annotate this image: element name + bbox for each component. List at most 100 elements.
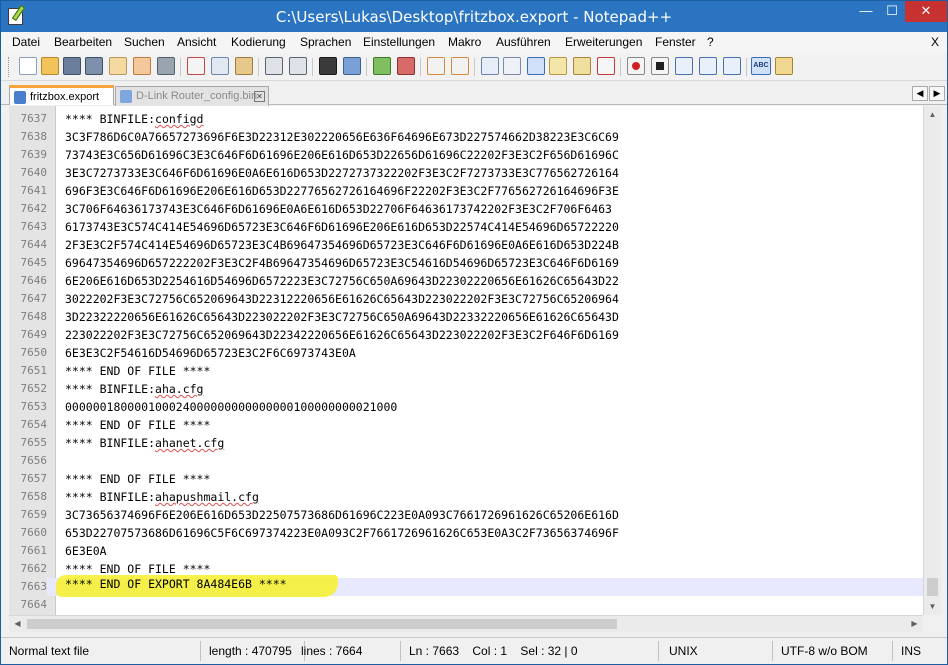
highlighted-line-text: **** END OF EXPORT 8A484E6B ****: [65, 577, 287, 591]
editor-line[interactable]: 7655 **** BINFILE:ahanet.cfg: [9, 434, 923, 452]
scroll-down-arrow-icon[interactable]: ▼: [924, 598, 941, 615]
editor-line[interactable]: 7645 69647354696D657222202F3E3C2F4B696473…: [9, 254, 923, 272]
replace-icon[interactable]: [343, 57, 361, 75]
zoom-out-icon[interactable]: [397, 57, 415, 75]
menu-einstellungen[interactable]: Einstellungen: [363, 35, 435, 49]
editor-line[interactable]: 7652 **** BINFILE:aha.cfg: [9, 380, 923, 398]
stop-macro-icon[interactable]: [651, 57, 669, 75]
find-icon[interactable]: [319, 57, 337, 75]
editor-line[interactable]: 7637 **** BINFILE:configd: [9, 110, 923, 128]
scroll-left-arrow-icon[interactable]: ◀: [9, 616, 26, 632]
all-chars-icon[interactable]: [503, 57, 521, 75]
menu-sprachen[interactable]: Sprachen: [300, 35, 351, 49]
title-bar[interactable]: C:\Users\Lukas\Desktop\fritzbox.export -…: [1, 1, 947, 32]
user-lang-icon[interactable]: [549, 57, 567, 75]
menu-erweiterungen[interactable]: Erweiterungen: [565, 35, 642, 49]
editor-line[interactable]: 7658 **** BINFILE:ahapushmail.cfg: [9, 488, 923, 506]
editor-line[interactable]: 7657 **** END OF FILE ****: [9, 470, 923, 488]
status-insert-mode[interactable]: INS: [895, 641, 945, 661]
editor-line[interactable]: 7638 3C3F786D6C0A76657273696F6E3D22312E30…: [9, 128, 923, 146]
tab-scroll-right-button[interactable]: ▶: [929, 86, 945, 101]
toolbar-grip[interactable]: [8, 57, 11, 77]
editor-line[interactable]: 7640 3E3C7273733E3C646F6D61696E0A6E616D65…: [9, 164, 923, 182]
cut-icon[interactable]: [187, 57, 205, 75]
open-file-icon[interactable]: [41, 57, 59, 75]
line-number: 7640: [20, 166, 48, 179]
spell-check-options-icon[interactable]: [775, 57, 793, 75]
editor-line[interactable]: 7639 73743E3C656D61696C3E3C646F6D61696E20…: [9, 146, 923, 164]
line-text: 3022202F3E3C72756C652069643D22312220656E…: [65, 292, 619, 306]
zoom-in-icon[interactable]: [373, 57, 391, 75]
save-all-icon[interactable]: [85, 57, 103, 75]
editor-line[interactable]: 7649 223022202F3E3C72756C652069643D223422…: [9, 326, 923, 344]
tab-scroll-left-button[interactable]: ◀: [912, 86, 928, 101]
editor-line[interactable]: 7644 2F3E3C2F574C414E54696D65723E3C4B6964…: [9, 236, 923, 254]
save-icon[interactable]: [63, 57, 81, 75]
editor-line[interactable]: 7647 3022202F3E3C72756C652069643D22312220…: [9, 290, 923, 308]
indent-guide-icon[interactable]: [527, 57, 545, 75]
editor-line[interactable]: 7664: [9, 596, 923, 614]
menu-ansicht[interactable]: Ansicht: [177, 35, 216, 49]
maximize-button[interactable]: ☐: [879, 1, 905, 22]
menu-makro[interactable]: Makro: [448, 35, 481, 49]
paste-icon[interactable]: [235, 57, 253, 75]
line-number: 7642: [20, 202, 48, 215]
sync-vertical-icon[interactable]: [427, 57, 445, 75]
sync-horizontal-icon[interactable]: [451, 57, 469, 75]
close-window-button[interactable]: ✕: [905, 1, 947, 22]
editor-line[interactable]: 7656: [9, 452, 923, 470]
tab-dlink-router-config[interactable]: D-Link Router_config.bin ✕: [115, 86, 269, 106]
menu-kodierung[interactable]: Kodierung: [231, 35, 286, 49]
editor-line[interactable]: 7653 000000180000100024000000000000000100…: [9, 398, 923, 416]
editor-line[interactable]: 7651 **** END OF FILE ****: [9, 362, 923, 380]
line-text: 69647354696D657222202F3E3C2F4B6964735469…: [65, 256, 619, 270]
redo-icon[interactable]: [289, 57, 307, 75]
copy-icon[interactable]: [211, 57, 229, 75]
word-wrap-icon[interactable]: [481, 57, 499, 75]
editor-line[interactable]: 7643 6173743E3C574C414E54696D65723E3C646F…: [9, 218, 923, 236]
scroll-up-arrow-icon[interactable]: ▲: [924, 106, 941, 123]
tab-close-icon[interactable]: ✕: [254, 91, 265, 102]
close-all-icon[interactable]: [133, 57, 151, 75]
play-macro-icon[interactable]: [675, 57, 693, 75]
record-macro-icon[interactable]: [627, 57, 645, 75]
editor-line[interactable]: 7654 **** END OF FILE ****: [9, 416, 923, 434]
editor-line[interactable]: 7659 3C73656374696F6E206E616D653D22507573…: [9, 506, 923, 524]
editor-line[interactable]: 7660 653D22707573686D61696C5F6C697374223E…: [9, 524, 923, 542]
menu-ausfuehren[interactable]: Ausführen: [496, 35, 551, 49]
close-icon[interactable]: [109, 57, 127, 75]
print-icon[interactable]: [157, 57, 175, 75]
vertical-scroll-thumb[interactable]: [927, 578, 938, 596]
undo-icon[interactable]: [265, 57, 283, 75]
spell-check-icon[interactable]: ABC: [751, 57, 771, 75]
status-filetype: Normal text file: [3, 641, 201, 661]
menu-fenster[interactable]: Fenster: [655, 35, 696, 49]
editor-line[interactable]: 7642 3C706F64636173743E3C646F6D61696E0A6E…: [9, 200, 923, 218]
editor-line[interactable]: 7641 696F3E3C646F6D61696E206E616D653D2277…: [9, 182, 923, 200]
status-eol[interactable]: UNIX: [663, 641, 773, 661]
minimize-button[interactable]: —: [853, 1, 879, 22]
vertical-scrollbar[interactable]: ▲ ▼: [923, 106, 941, 615]
new-file-icon[interactable]: [19, 57, 37, 75]
menu-help[interactable]: ?: [707, 35, 714, 49]
line-text: 3C706F64636173743E3C646F6D61696E0A6E616D…: [65, 202, 612, 216]
editor-line[interactable]: 7661 6E3E0A: [9, 542, 923, 560]
function-list-icon[interactable]: [597, 57, 615, 75]
horizontal-scroll-thumb[interactable]: [27, 619, 617, 629]
doc-map-icon[interactable]: [573, 57, 591, 75]
horizontal-scrollbar[interactable]: ◀ ▶: [9, 615, 923, 632]
menu-bearbeiten[interactable]: Bearbeiten: [54, 35, 112, 49]
close-document-button[interactable]: X: [931, 35, 939, 49]
save-macro-icon[interactable]: [723, 57, 741, 75]
tab-fritzbox-export[interactable]: fritzbox.export: [9, 85, 114, 105]
menu-suchen[interactable]: Suchen: [124, 35, 165, 49]
editor-line[interactable]: 7648 3D22322220656E61626C65643D223022202F…: [9, 308, 923, 326]
text-editor[interactable]: 7637 **** BINFILE:configd 7638 3C3F786D6C0A…: [9, 106, 923, 615]
editor-line[interactable]: 7646 6E206E616D653D2254616D54696D6572223E…: [9, 272, 923, 290]
run-macro-multiple-icon[interactable]: [699, 57, 717, 75]
status-encoding[interactable]: UTF-8 w/o BOM: [775, 641, 893, 661]
scroll-right-arrow-icon[interactable]: ▶: [906, 616, 923, 632]
menu-datei[interactable]: Datei: [12, 35, 40, 49]
editor-line[interactable]: 7650 6E3E3C2F54616D54696D65723E3C2F6C6973…: [9, 344, 923, 362]
line-number: 7656: [20, 454, 48, 467]
